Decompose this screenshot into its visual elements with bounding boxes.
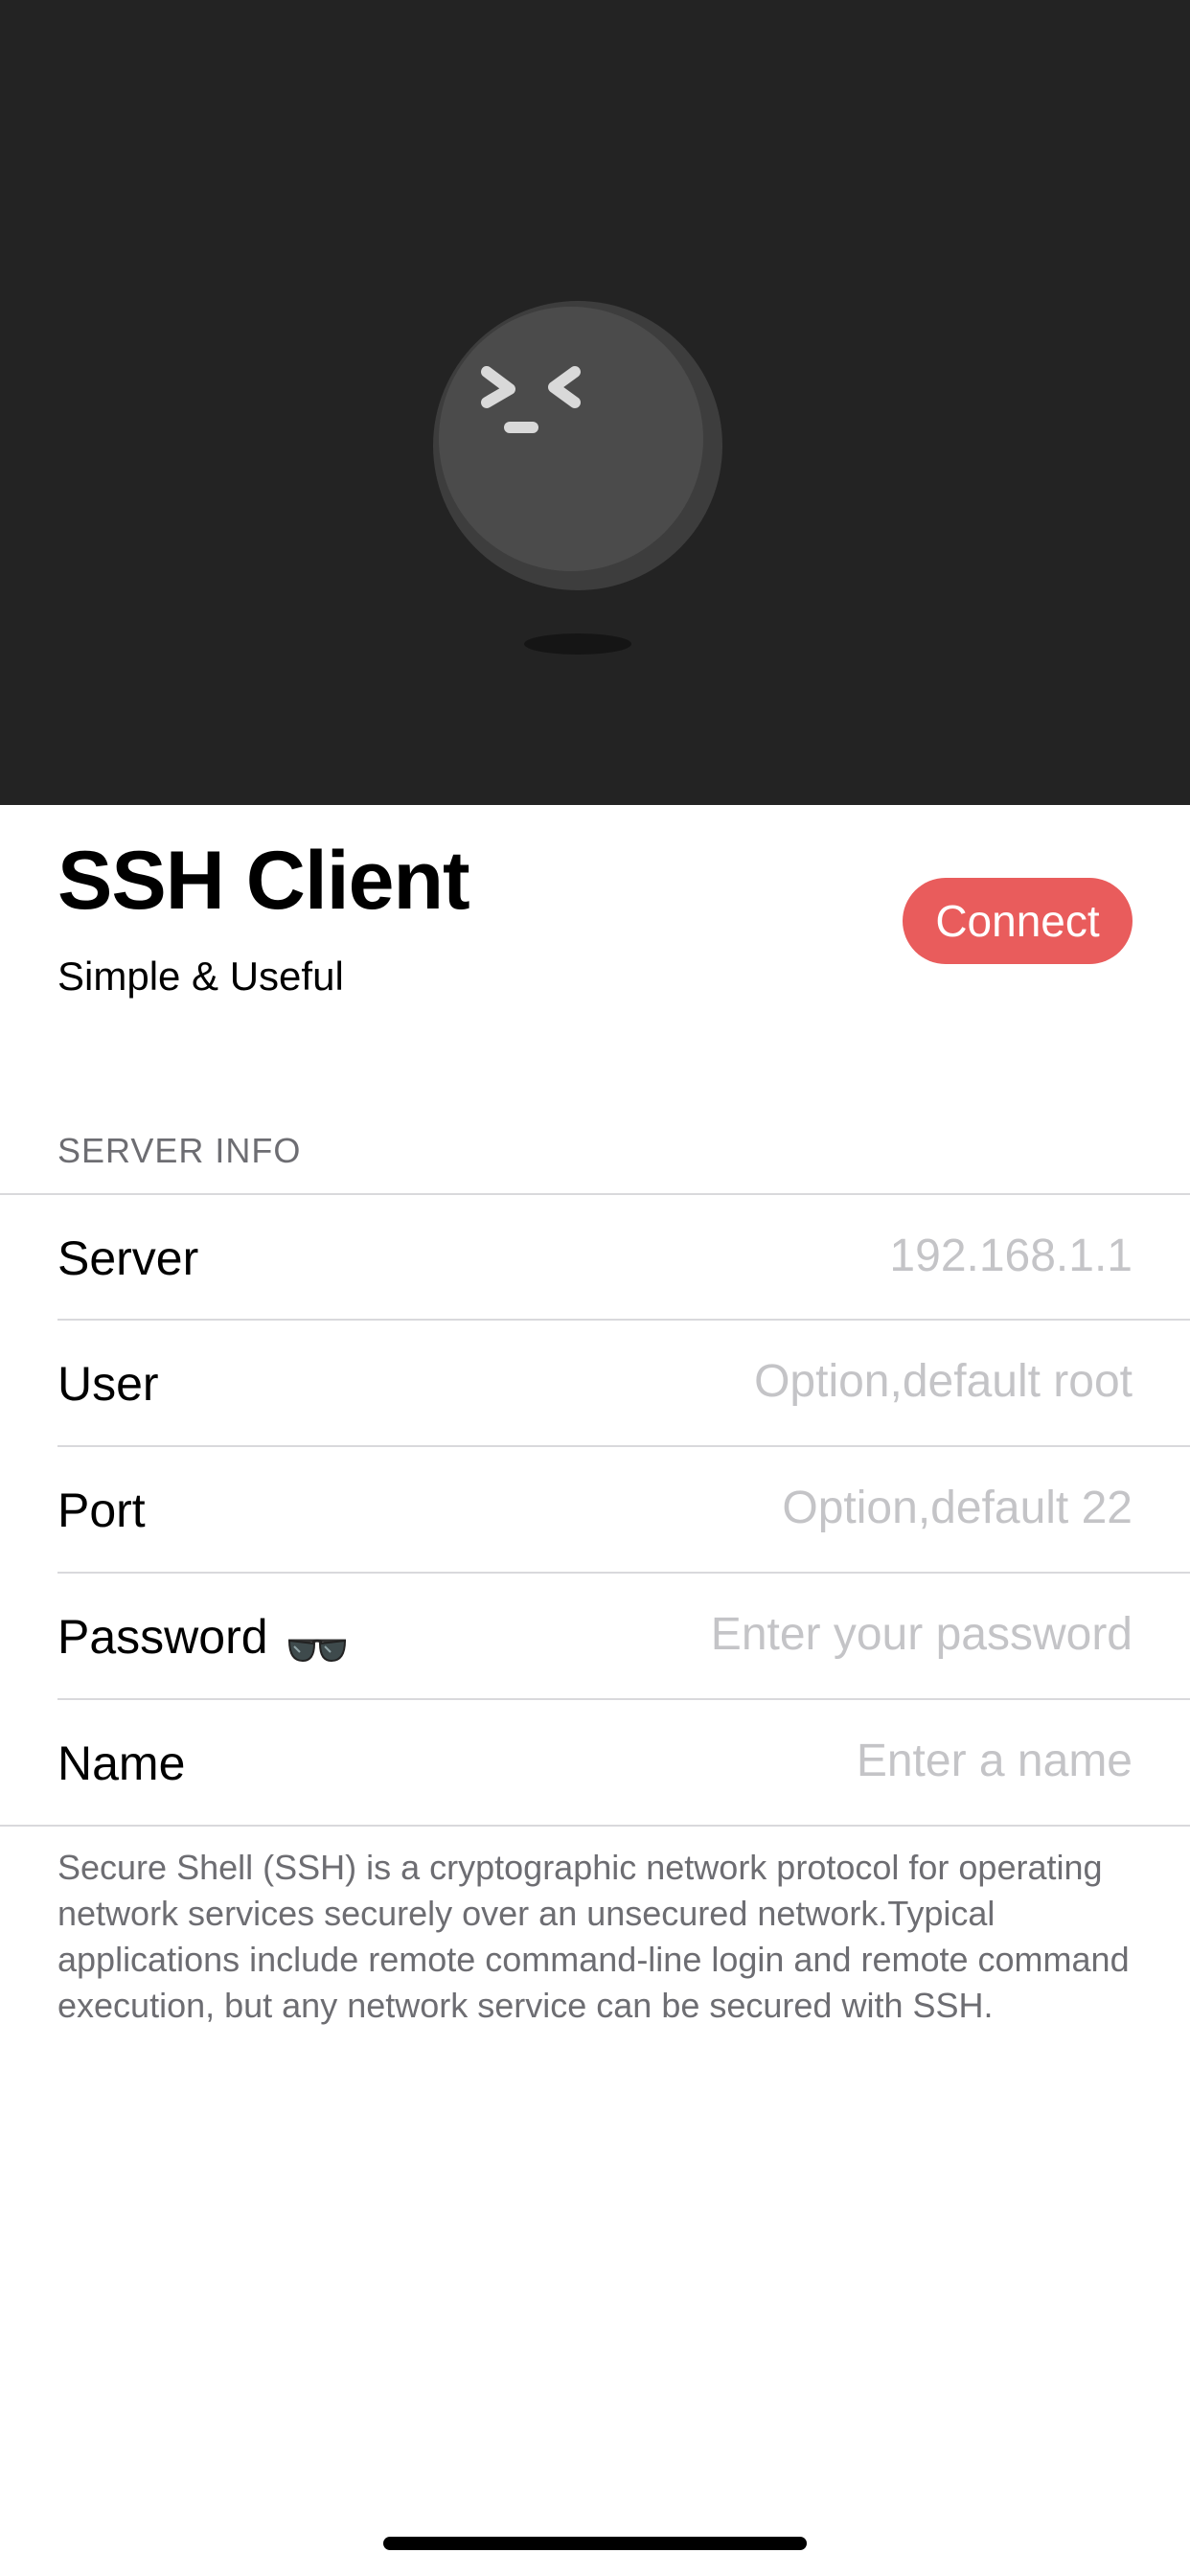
- name-label: Name: [57, 1736, 186, 1790]
- section-header-server-info: SERVER INFO: [57, 1131, 302, 1170]
- mascot-ball-icon: [433, 301, 722, 655]
- password-input[interactable]: [538, 1596, 1133, 1672]
- section-bottom-divider: [0, 1825, 1190, 1827]
- hero-banner: [0, 0, 1190, 805]
- row-divider: [57, 1319, 1190, 1321]
- name-input[interactable]: [538, 1722, 1133, 1799]
- ssh-description: Secure Shell (SSH) is a cryptographic ne…: [57, 1848, 1130, 2025]
- port-input[interactable]: [538, 1469, 1133, 1546]
- row-divider: [57, 1698, 1190, 1700]
- section-top-divider: [0, 1193, 1190, 1195]
- server-input[interactable]: [538, 1217, 1133, 1294]
- glasses-icon[interactable]: [286, 1621, 349, 1663]
- row-divider: [57, 1572, 1190, 1574]
- port-label: Port: [57, 1484, 146, 1537]
- home-indicator[interactable]: [383, 2537, 807, 2550]
- password-label: Password: [57, 1610, 268, 1664]
- password-label-row: Password: [57, 1605, 349, 1668]
- user-label: User: [57, 1357, 159, 1411]
- server-label: Server: [57, 1231, 199, 1285]
- connect-button[interactable]: Connect: [903, 878, 1133, 964]
- row-divider: [57, 1445, 1190, 1447]
- app-subtitle: Simple & Useful: [57, 954, 344, 999]
- user-input[interactable]: [538, 1343, 1133, 1419]
- app-title: SSH Client: [57, 835, 470, 927]
